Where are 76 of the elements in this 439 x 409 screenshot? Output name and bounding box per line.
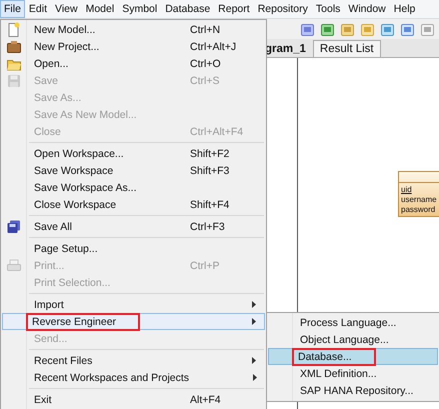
menu-item-label: Page Setup... <box>33 242 99 256</box>
menu-item-label: New Project... <box>33 40 100 54</box>
menu-bar-item[interactable]: File <box>0 0 25 18</box>
toolbar-icon[interactable] <box>380 22 395 36</box>
menu-item[interactable]: Exit Alt+F4 <box>2 391 265 408</box>
attribute-name: password <box>401 205 436 215</box>
menu-item-label: Process Language... <box>299 316 398 330</box>
menu-item[interactable]: Close Workspace Shift+F4 <box>2 196 265 213</box>
menu-item[interactable]: New Project... Ctrl+Alt+J <box>2 38 265 55</box>
menu-item-label: Send... <box>33 332 68 346</box>
menu-item[interactable]: Import <box>2 296 265 313</box>
entity-table[interactable]: uid username password <box>398 171 439 217</box>
menu-item-label: Import <box>33 298 65 312</box>
toolbar-icon[interactable] <box>360 22 375 36</box>
menu-item[interactable]: Recent Workspaces and Projects <box>2 369 265 386</box>
menu-item[interactable]: Reverse Engineer <box>2 313 265 330</box>
menu-item-label: Exit <box>33 392 53 406</box>
menu-item-label: SAP HANA Repository... <box>299 384 414 398</box>
menu-item-label: Reverse Engineer <box>28 314 138 328</box>
menu-item[interactable]: SAP HANA Repository... <box>268 382 438 399</box>
menu-item-label: XML Definition... <box>299 366 378 380</box>
menu-bar-item[interactable]: Model <box>82 0 118 18</box>
toolbar-icon[interactable] <box>300 22 315 36</box>
menu-item-label: Recent Workspaces and Projects <box>33 370 190 384</box>
menu-bar-item[interactable]: Edit <box>24 0 52 18</box>
menu-item[interactable]: Object Language... <box>268 331 438 348</box>
menu-item-label: Save All <box>33 220 73 234</box>
menu-bar-item[interactable]: Help <box>390 0 420 18</box>
menu-item[interactable]: New Model... Ctrl+N <box>2 21 265 38</box>
menu-item-label: Save As New Model... <box>33 108 138 122</box>
menu-item-label: Database... <box>294 350 374 364</box>
menu-item-label: New Model... <box>33 22 96 36</box>
toolbar-icon[interactable] <box>420 22 435 36</box>
menu-bar-item[interactable]: View <box>51 0 82 18</box>
menu-bar-item[interactable]: Symbol <box>118 0 162 18</box>
menu-item[interactable]: Save All Ctrl+F3 <box>2 218 265 235</box>
menu-bar-item[interactable]: Repository <box>254 0 312 18</box>
menu-item-label: Save Workspace As... <box>33 180 138 194</box>
toolbar-icon[interactable] <box>340 22 355 36</box>
toolbar-icon[interactable] <box>400 22 415 36</box>
submenu-arrow-icon <box>252 301 256 308</box>
menu-item[interactable]: Database... <box>268 348 438 365</box>
menu-item[interactable]: Save Workspace As... <box>2 179 265 196</box>
menu-item-label: Object Language... <box>299 332 390 346</box>
menu-item[interactable]: XML Definition... <box>268 365 438 382</box>
menu-item[interactable]: Open Workspace... Shift+F2 <box>2 145 265 162</box>
submenu-arrow-icon <box>252 357 256 364</box>
toolbar-icon[interactable] <box>320 22 335 36</box>
box-icon <box>6 38 22 54</box>
menu-item[interactable]: Open... Ctrl+O <box>2 55 265 72</box>
menu-item-label: Print Selection... <box>33 276 112 290</box>
new-file-icon <box>6 22 22 38</box>
menu-bar-item[interactable]: Database <box>161 0 214 18</box>
menu-item[interactable]: Page Setup... <box>2 240 265 257</box>
menu-item-label: Open Workspace... <box>33 146 125 160</box>
attribute-name: uid <box>401 185 413 195</box>
submenu-arrow-icon <box>253 374 258 381</box>
submenu-arrow-icon <box>252 318 256 325</box>
menu-item[interactable]: Process Language... <box>268 314 438 331</box>
menu-bar-item[interactable]: Window <box>344 0 390 18</box>
tab[interactable]: Result List <box>312 40 381 57</box>
menu-item-label: Open... <box>33 56 70 70</box>
printer-icon <box>6 258 22 274</box>
menu-bar-item[interactable]: Report <box>214 0 254 18</box>
menu-item[interactable]: Recent Files <box>2 352 265 369</box>
menu-item-label: Save As... <box>33 90 82 104</box>
menu-item-label: Save Workspace <box>33 164 114 178</box>
attribute-name: username <box>401 195 438 205</box>
menu-item[interactable]: Save Workspace Shift+F3 <box>2 162 265 179</box>
menu-item-label: Close Workspace <box>33 198 118 212</box>
menu-bar-item[interactable]: Tools <box>312 0 344 18</box>
floppy-disks-icon <box>6 218 22 234</box>
menu-item-label: Close <box>33 124 62 138</box>
menu-item-label: Save <box>33 74 59 88</box>
menu-item-label: Recent Files <box>33 354 94 368</box>
menu-item-label: Print... <box>33 258 66 272</box>
